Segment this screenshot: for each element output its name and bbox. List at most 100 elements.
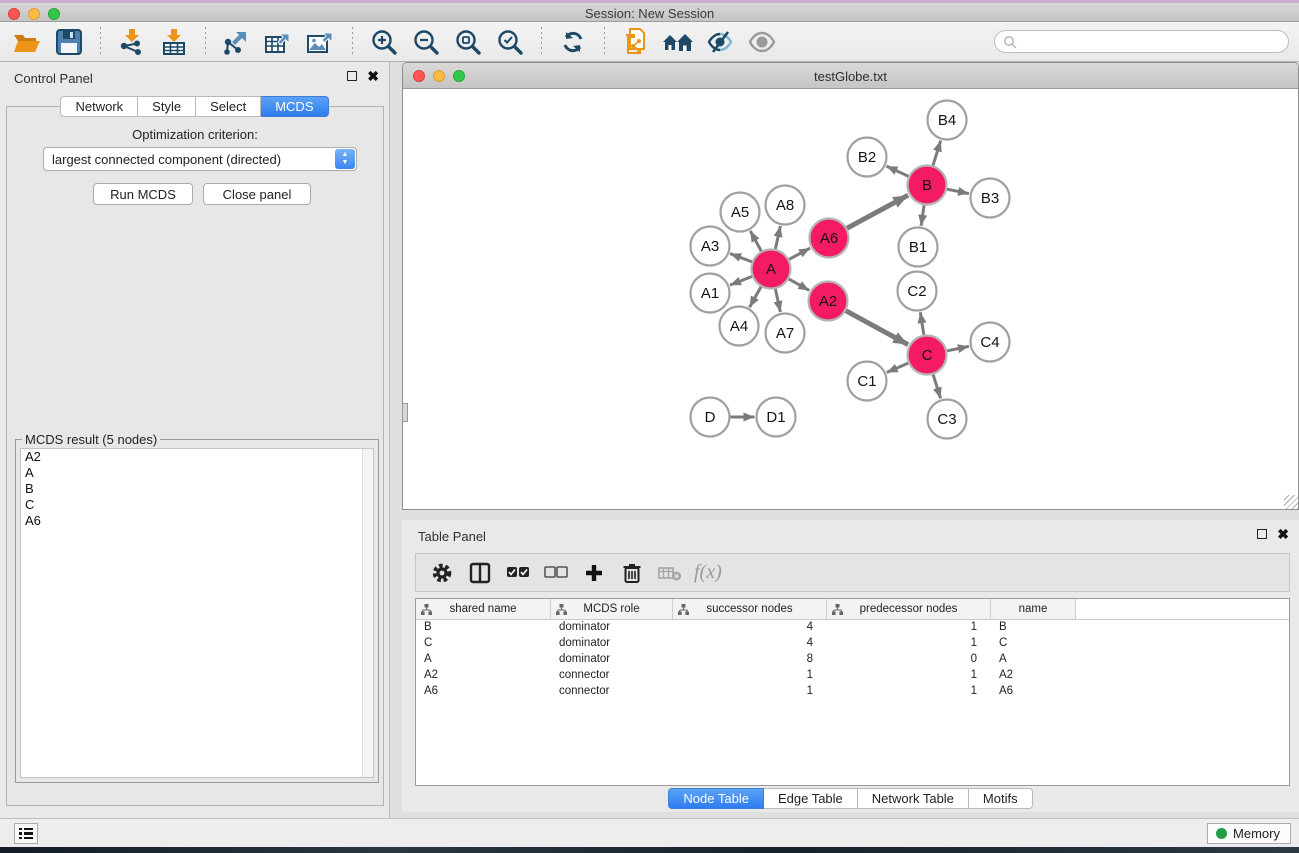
- graph-node-A7[interactable]: A7: [766, 314, 805, 353]
- window-resize-handle[interactable]: [402, 403, 408, 422]
- run-mcds-button[interactable]: Run MCDS: [93, 183, 193, 205]
- graph-node-A[interactable]: A: [752, 250, 791, 289]
- close-panel-icon[interactable]: ✖: [367, 71, 379, 81]
- graph-node-C3[interactable]: C3: [928, 400, 967, 439]
- search-input[interactable]: [1017, 31, 1288, 52]
- table-row[interactable]: Bdominator41B: [416, 620, 1289, 636]
- graph-node-A6[interactable]: A6: [810, 219, 849, 258]
- result-item-b[interactable]: B: [21, 481, 373, 497]
- graph-node-D1[interactable]: D1: [757, 398, 796, 437]
- result-item-a6[interactable]: A6: [21, 513, 373, 529]
- column-header-predecessor-nodes[interactable]: predecessor nodes: [827, 599, 991, 619]
- result-item-c[interactable]: C: [21, 497, 373, 513]
- graph-edge-A2-C[interactable]: [845, 310, 908, 344]
- table-row[interactable]: A6connector11A6: [416, 684, 1289, 700]
- zoom-out-button[interactable]: [405, 25, 447, 59]
- add-column-button[interactable]: [580, 559, 608, 587]
- export-network-button[interactable]: [216, 25, 258, 59]
- window-resize-grip[interactable]: [1284, 495, 1298, 509]
- network-window-titlebar[interactable]: testGlobe.txt: [403, 63, 1298, 89]
- zoom-in-button[interactable]: [363, 25, 405, 59]
- tab-network-table[interactable]: Network Table: [858, 788, 969, 809]
- close-panel-button[interactable]: Close panel: [203, 183, 311, 205]
- graph-edge-A-A3[interactable]: [730, 254, 753, 263]
- mcds-result-list[interactable]: A2ABCA6: [20, 448, 374, 778]
- tab-network[interactable]: Network: [60, 96, 138, 117]
- refresh-button[interactable]: [552, 25, 594, 59]
- graph-node-C1[interactable]: C1: [848, 362, 887, 401]
- graph-node-A8[interactable]: A8: [766, 186, 805, 225]
- deselect-all-button[interactable]: [542, 559, 570, 587]
- graph-node-A1[interactable]: A1: [691, 274, 730, 313]
- show-graphics-details-button[interactable]: [741, 25, 783, 59]
- memory-button[interactable]: Memory: [1207, 823, 1291, 844]
- table-row[interactable]: A2connector11A2: [416, 668, 1289, 684]
- graph-node-C4[interactable]: C4: [971, 323, 1010, 362]
- result-item-a[interactable]: A: [21, 465, 373, 481]
- table-row[interactable]: Cdominator41C: [416, 636, 1289, 652]
- graph-node-C[interactable]: C: [908, 336, 947, 375]
- graph-edge-A-A1[interactable]: [730, 276, 753, 285]
- tab-select[interactable]: Select: [196, 96, 261, 117]
- graph-node-B1[interactable]: B1: [899, 228, 938, 267]
- close-panel-icon[interactable]: ✖: [1277, 529, 1289, 539]
- graph-edge-A6-B[interactable]: [846, 195, 908, 228]
- column-header-MCDS-role[interactable]: MCDS role: [551, 599, 673, 619]
- graph-node-B4[interactable]: B4: [928, 101, 967, 140]
- graph-edge-A-A7[interactable]: [775, 288, 780, 312]
- column-header-name[interactable]: name: [991, 599, 1076, 619]
- import-network-button[interactable]: [111, 25, 153, 59]
- graph-node-A2[interactable]: A2: [809, 282, 848, 321]
- graph-edge-C-C2[interactable]: [920, 312, 924, 335]
- zoom-fit-button[interactable]: [447, 25, 489, 59]
- result-item-a2[interactable]: A2: [21, 449, 373, 465]
- tab-motifs[interactable]: Motifs: [969, 788, 1033, 809]
- column-header-shared-name[interactable]: shared name: [416, 599, 551, 619]
- import-table-button[interactable]: [153, 25, 195, 59]
- graph-node-A4[interactable]: A4: [720, 307, 759, 346]
- float-panel-icon[interactable]: [1257, 529, 1267, 539]
- tab-mcds[interactable]: MCDS: [261, 96, 328, 117]
- column-header-successor-nodes[interactable]: successor nodes: [673, 599, 827, 619]
- save-session-button[interactable]: [48, 25, 90, 59]
- node-table[interactable]: shared nameMCDS rolesuccessor nodesprede…: [415, 598, 1290, 786]
- delete-column-button[interactable]: [618, 559, 646, 587]
- tab-node-table[interactable]: Node Table: [668, 788, 764, 809]
- tab-edge-table[interactable]: Edge Table: [764, 788, 858, 809]
- tab-style[interactable]: Style: [138, 96, 196, 117]
- clone-network-button[interactable]: [615, 25, 657, 59]
- graph-node-D[interactable]: D: [691, 398, 730, 437]
- select-all-button[interactable]: [504, 559, 532, 587]
- network-canvas[interactable]: B4B2BB3B1A5A8A6A3AA1A2C2A4A7CC4C1C3DD1: [403, 89, 1298, 509]
- hide-graphics-details-button[interactable]: [699, 25, 741, 59]
- graph-edge-C-C4[interactable]: [946, 346, 969, 351]
- graph-edge-B-B4[interactable]: [933, 141, 941, 167]
- graph-edge-B-B2[interactable]: [886, 166, 909, 177]
- graph-node-C2[interactable]: C2: [898, 272, 937, 311]
- float-panel-icon[interactable]: [347, 71, 357, 81]
- graph-edge-B-B1[interactable]: [921, 204, 924, 225]
- export-table-button[interactable]: [258, 25, 300, 59]
- graph-edge-A-A2[interactable]: [788, 279, 809, 291]
- graph-edge-A-A8[interactable]: [775, 226, 780, 250]
- column-chooser-button[interactable]: [466, 559, 494, 587]
- graph-edge-A-A5[interactable]: [750, 231, 761, 252]
- table-options-button[interactable]: [428, 559, 456, 587]
- export-image-button[interactable]: [300, 25, 342, 59]
- task-history-button[interactable]: [14, 823, 38, 844]
- graph-edge-A-A6[interactable]: [788, 248, 810, 260]
- graph-edge-C-C3[interactable]: [933, 374, 941, 399]
- open-session-button[interactable]: [6, 25, 48, 59]
- optimization-criterion-dropdown[interactable]: largest connected component (directed) ▲…: [43, 147, 357, 171]
- graph-node-B2[interactable]: B2: [848, 138, 887, 177]
- graph-edge-B-B3[interactable]: [946, 189, 969, 194]
- search-field[interactable]: [994, 30, 1289, 53]
- delete-table-button[interactable]: [656, 559, 684, 587]
- graph-node-A3[interactable]: A3: [691, 227, 730, 266]
- graph-edge-C-C1[interactable]: [887, 363, 909, 373]
- zoom-selected-button[interactable]: [489, 25, 531, 59]
- show-network-views-button[interactable]: [657, 25, 699, 59]
- graph-node-A5[interactable]: A5: [721, 193, 760, 232]
- function-builder-button[interactable]: f(x): [694, 559, 722, 587]
- graph-edge-A-A4[interactable]: [750, 286, 762, 307]
